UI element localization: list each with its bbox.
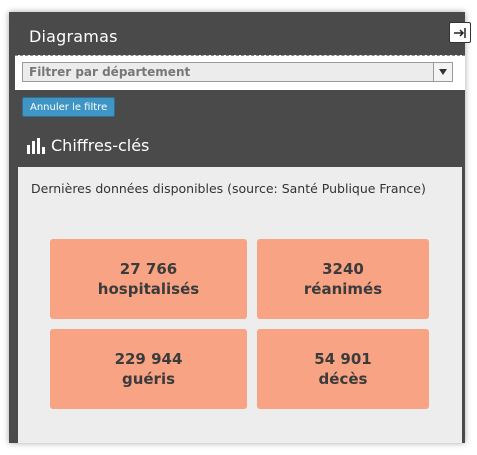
stat-label: réanimés bbox=[303, 280, 383, 298]
bar-chart-icon bbox=[27, 137, 45, 154]
panel-title: Diagramas bbox=[29, 27, 118, 46]
filter-row: Filtrer par département bbox=[15, 55, 465, 90]
stat-card-deaths: 54 901 décès bbox=[257, 329, 429, 409]
diagram-panel: Diagramas Filtrer par département Annule… bbox=[9, 12, 471, 443]
stat-card-recovered: 229 944 guéris bbox=[50, 329, 247, 409]
stat-label: guéris bbox=[121, 370, 176, 388]
cancel-filter-button[interactable]: Annuler le filtre bbox=[22, 97, 116, 117]
stat-value: 3240 bbox=[322, 260, 364, 278]
keyfigures-heading-text: Chiffres-clés bbox=[51, 136, 150, 155]
stat-value: 54 901 bbox=[314, 350, 372, 368]
select-placeholder: Filtrer par département bbox=[29, 65, 191, 79]
expand-arrow-icon bbox=[454, 27, 466, 38]
keyfigures-content: Dernières données disponibles (source: S… bbox=[18, 167, 462, 443]
department-filter-select[interactable]: Filtrer par département bbox=[22, 62, 453, 82]
stat-value: 229 944 bbox=[114, 350, 183, 368]
expand-button[interactable] bbox=[449, 22, 471, 43]
data-source-text: Dernières données disponibles (source: S… bbox=[31, 181, 426, 196]
stat-label: décès bbox=[318, 370, 368, 388]
chevron-down-icon[interactable] bbox=[433, 63, 452, 81]
stat-label: hospitalisés bbox=[97, 280, 200, 298]
stat-card-hospitalized: 27 766 hospitalisés bbox=[50, 239, 247, 319]
keyfigures-heading: Chiffres-clés bbox=[27, 136, 149, 155]
stat-value: 27 766 bbox=[119, 260, 178, 278]
stat-card-icu: 3240 réanimés bbox=[257, 239, 429, 319]
